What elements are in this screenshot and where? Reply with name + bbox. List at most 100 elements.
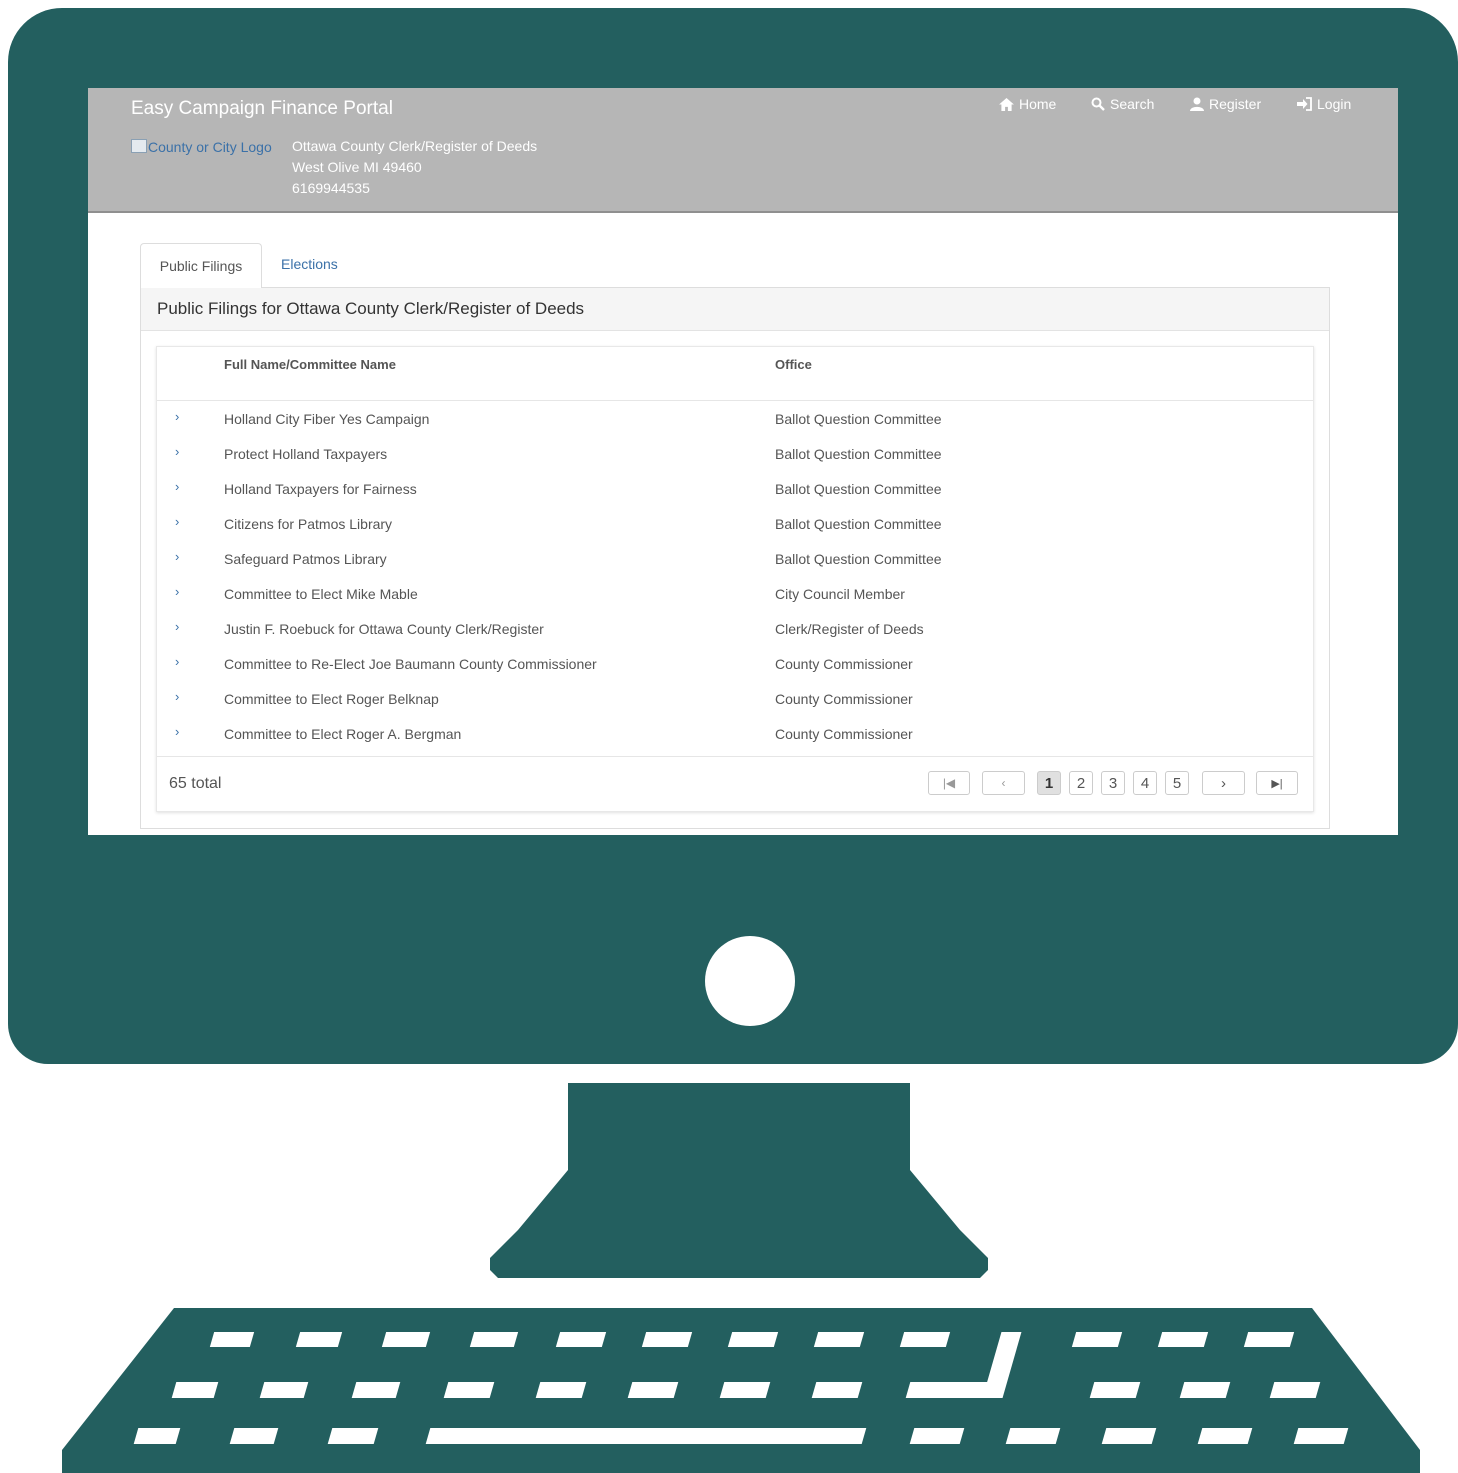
keyboard-key — [811, 1382, 863, 1398]
keyboard-key — [1005, 1428, 1061, 1444]
keyboard-key — [425, 1428, 867, 1444]
expand-chevron-icon[interactable]: › — [175, 724, 179, 739]
keyboard-key — [229, 1428, 279, 1444]
keyboard-key — [469, 1332, 519, 1347]
column-header-office[interactable]: Office — [775, 357, 812, 372]
row-name: Citizens for Patmos Library — [224, 516, 393, 532]
expand-chevron-icon[interactable]: › — [175, 654, 179, 669]
keyboard-key — [133, 1428, 181, 1444]
screen: Easy Campaign Finance Portal County or C… — [88, 88, 1398, 835]
address-line-name: Ottawa County Clerk/Register of Deeds — [292, 138, 538, 154]
keyboard-key — [1071, 1332, 1123, 1347]
expand-chevron-icon[interactable]: › — [175, 514, 179, 529]
county-logo: County or City Logo — [131, 139, 272, 155]
logo-alt-text: County or City Logo — [148, 139, 272, 155]
keyboard-key — [813, 1332, 865, 1347]
expand-chevron-icon[interactable]: › — [175, 444, 179, 459]
expand-chevron-icon[interactable]: › — [175, 549, 179, 564]
table-row[interactable]: › Citizens for Patmos Library Ballot Que… — [157, 507, 1313, 542]
nav-register-label: Register — [1209, 96, 1262, 112]
page-3-button[interactable]: 3 — [1101, 771, 1125, 795]
keyboard-key — [719, 1382, 771, 1398]
row-name: Protect Holland Taxpayers — [224, 446, 388, 462]
keyboard-key — [327, 1428, 379, 1444]
keyboard-illustration — [62, 1308, 1420, 1473]
keyboard-key — [351, 1382, 401, 1398]
table-row[interactable]: › Justin F. Roebuck for Ottawa County Cl… — [157, 612, 1313, 647]
login-icon — [1297, 97, 1312, 111]
row-name: Safeguard Patmos Library — [224, 551, 387, 567]
search-icon — [1091, 97, 1105, 111]
keyboard-key — [295, 1332, 343, 1347]
page-next-button[interactable]: › — [1202, 771, 1245, 795]
home-icon — [999, 97, 1014, 111]
row-name: Committee to Elect Roger A. Bergman — [224, 726, 462, 742]
page-4-button[interactable]: 4 — [1133, 771, 1157, 795]
keyboard-key — [909, 1428, 965, 1444]
total-count: 65 total — [169, 775, 222, 792]
expand-chevron-icon[interactable]: › — [175, 409, 179, 424]
table-row[interactable]: › Safeguard Patmos Library Ballot Questi… — [157, 542, 1313, 577]
expand-chevron-icon[interactable]: › — [175, 479, 179, 494]
header-divider — [157, 400, 1313, 401]
keyboard-key — [899, 1332, 951, 1347]
row-name: Justin F. Roebuck for Ottawa County Cler… — [224, 621, 544, 637]
expand-chevron-icon[interactable]: › — [175, 584, 179, 599]
table-row[interactable]: › Holland City Fiber Yes Campaign Ballot… — [157, 402, 1313, 437]
keyboard-key — [259, 1382, 309, 1398]
page-1-button[interactable]: 1 — [1037, 771, 1061, 795]
user-icon — [1190, 97, 1204, 111]
webcam-circle — [705, 936, 795, 1026]
row-office: Ballot Question Committee — [775, 551, 942, 567]
nav-home[interactable]: Home — [999, 96, 1056, 112]
footer-divider — [157, 756, 1313, 757]
row-office: County Commissioner — [775, 691, 913, 707]
nav-register[interactable]: Register — [1190, 96, 1261, 112]
row-office: City Council Member — [775, 586, 905, 602]
filings-tabs: Public Filings Elections — [140, 243, 1330, 288]
page-last-button[interactable]: ▶| — [1256, 771, 1298, 795]
nav-login-label: Login — [1317, 96, 1352, 112]
keyboard-key — [171, 1382, 219, 1398]
address-line-phone: 6169944535 — [292, 180, 370, 196]
row-name: Committee to Re-Elect Joe Baumann County… — [224, 656, 597, 672]
expand-chevron-icon[interactable]: › — [175, 619, 179, 634]
page-5-button[interactable]: 5 — [1165, 771, 1189, 795]
portal-header: Easy Campaign Finance Portal County or C… — [88, 88, 1398, 213]
keyboard-key — [905, 1382, 1005, 1398]
keyboard-key — [1157, 1332, 1209, 1347]
tab-public-filings[interactable]: Public Filings — [140, 243, 262, 288]
table-row[interactable]: › Committee to Elect Mike Mable City Cou… — [157, 577, 1313, 612]
panel-heading: Public Filings for Ottawa County Clerk/R… — [141, 288, 1329, 331]
page-prev-button[interactable]: ‹ — [982, 771, 1025, 795]
nav-search-label: Search — [1110, 96, 1155, 112]
table-row[interactable]: › Protect Holland Taxpayers Ballot Quest… — [157, 437, 1313, 472]
tab-elections[interactable]: Elections — [281, 256, 338, 272]
keyboard-key — [1101, 1428, 1157, 1444]
nav-search[interactable]: Search — [1091, 96, 1154, 112]
page-2-button[interactable]: 2 — [1069, 771, 1093, 795]
row-name: Committee to Elect Roger Belknap — [224, 691, 439, 707]
row-office: Clerk/Register of Deeds — [775, 621, 924, 637]
row-name: Committee to Elect Mike Mable — [224, 586, 418, 602]
expand-chevron-icon[interactable]: › — [175, 689, 179, 704]
table-row[interactable]: › Committee to Elect Roger Belknap Count… — [157, 682, 1313, 717]
page-first-button[interactable]: |◀ — [928, 771, 970, 795]
row-name: Holland City Fiber Yes Campaign — [224, 411, 430, 427]
table-row[interactable]: › Holland Taxpayers for Fairness Ballot … — [157, 472, 1313, 507]
table-row[interactable]: › Committee to Elect Roger A. Bergman Co… — [157, 717, 1313, 752]
row-office: Ballot Question Committee — [775, 446, 942, 462]
keyboard-key — [1179, 1382, 1231, 1398]
broken-image-icon — [131, 139, 147, 153]
column-header-name[interactable]: Full Name/Committee Name — [224, 357, 396, 372]
row-name: Holland Taxpayers for Fairness — [224, 481, 417, 497]
row-office: Ballot Question Committee — [775, 516, 942, 532]
keyboard-key — [1089, 1382, 1141, 1398]
portal-brand[interactable]: Easy Campaign Finance Portal — [131, 98, 393, 120]
table-row[interactable]: › Committee to Re-Elect Joe Baumann Coun… — [157, 647, 1313, 682]
keyboard-key — [641, 1332, 693, 1347]
keyboard-key — [1293, 1428, 1349, 1444]
keyboard-key — [535, 1382, 587, 1398]
nav-login[interactable]: Login — [1297, 96, 1351, 112]
keyboard-key — [727, 1332, 779, 1347]
